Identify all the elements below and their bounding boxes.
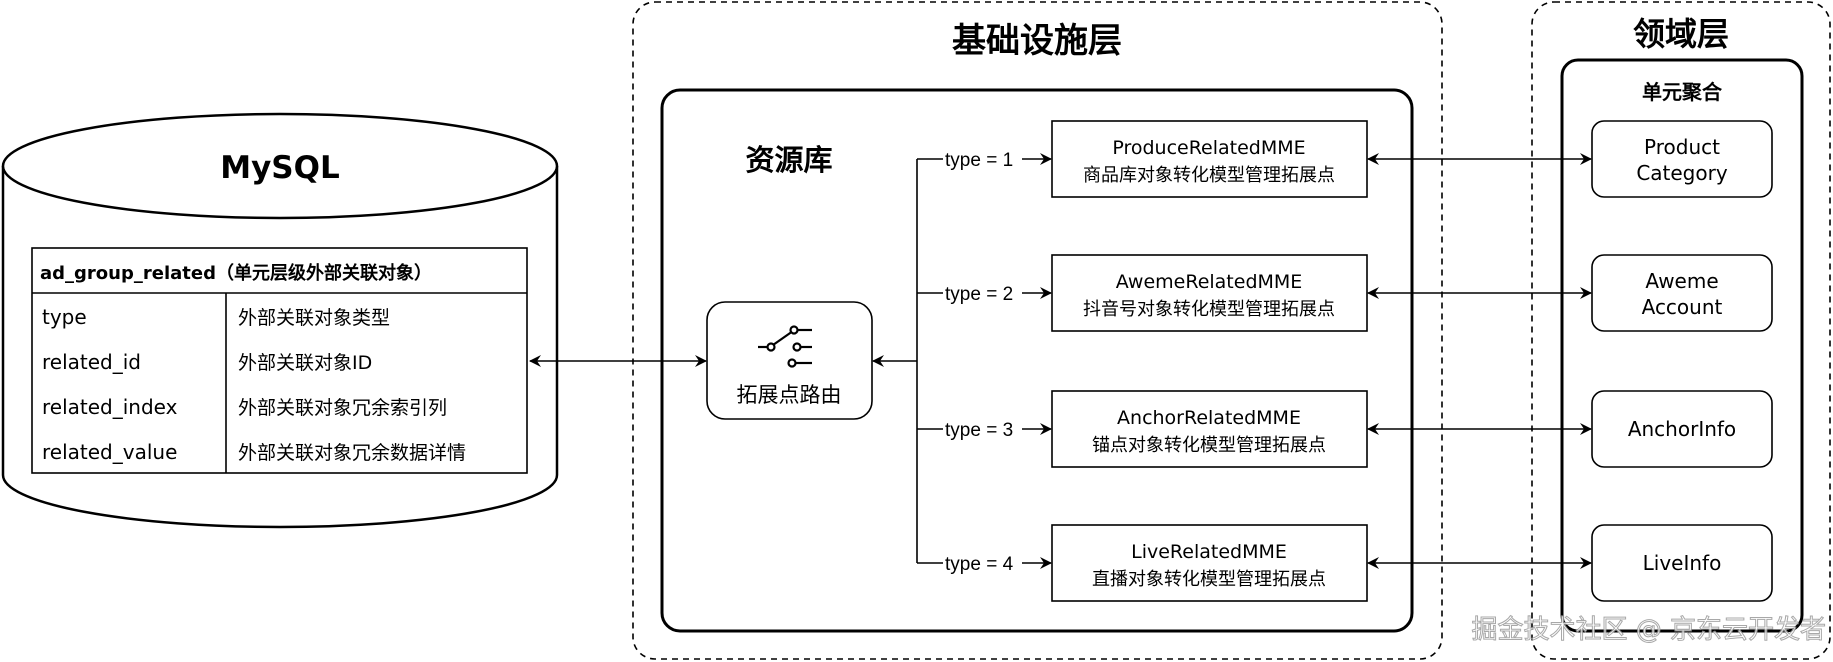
watermark: 掘金技术社区 @ 京东云开发者 xyxy=(1471,615,1826,645)
entity-box[interactable]: LiveInfo xyxy=(1591,524,1773,602)
entity-label: AnchorInfo xyxy=(1628,417,1736,441)
table-desc: 外部关联对象ID xyxy=(238,352,372,374)
domain-layer-title: 领域层 xyxy=(1633,15,1729,53)
table-field: related_id xyxy=(42,350,141,374)
mme-desc: 商品库对象转化模型管理拓展点 xyxy=(1083,165,1335,186)
mme-box[interactable]: LiveRelatedMME 直播对象转化模型管理拓展点 xyxy=(1051,524,1368,602)
entity-box[interactable]: ProductCategory xyxy=(1591,120,1773,198)
branch-condition: type = 3 xyxy=(945,420,1013,441)
mme-desc: 直播对象转化模型管理拓展点 xyxy=(1092,569,1326,590)
branch-1: type = 1 ProduceRelatedMME 商品库对象转化模型管理拓展点 xyxy=(917,120,1592,198)
architecture-diagram: 基础设施层 领域层 资源库 单元聚合 MySQL ad_group_relate… xyxy=(1,1,1831,660)
router-label: 拓展点路由 xyxy=(737,383,842,407)
entity-label-line2: Account xyxy=(1642,295,1723,319)
mysql-title: MySQL xyxy=(220,150,340,186)
branch-condition: type = 2 xyxy=(945,284,1013,305)
mme-name: LiveRelatedMME xyxy=(1131,541,1287,563)
resource-lib-title: 资源库 xyxy=(745,143,832,177)
table-field: related_value xyxy=(42,440,177,464)
mme-name: AwemeRelatedMME xyxy=(1116,271,1303,293)
table-desc: 外部关联对象冗余索引列 xyxy=(238,397,447,419)
mme-name: AnchorRelatedMME xyxy=(1117,407,1301,429)
mme-desc: 抖音号对象转化模型管理拓展点 xyxy=(1083,299,1335,320)
branch-2: type = 2 AwemeRelatedMME 抖音号对象转化模型管理拓展点 xyxy=(917,254,1592,332)
mme-name: ProduceRelatedMME xyxy=(1112,137,1305,159)
branch-condition: type = 4 xyxy=(945,554,1014,575)
entity-label-line1: Product xyxy=(1644,135,1720,159)
entity-label-line2: Category xyxy=(1636,161,1728,185)
table-field: type xyxy=(42,305,87,329)
mme-box[interactable]: AnchorRelatedMME 锚点对象转化模型管理拓展点 xyxy=(1051,390,1368,468)
mme-desc: 锚点对象转化模型管理拓展点 xyxy=(1092,435,1326,456)
entity-label-line1: Aweme xyxy=(1645,269,1718,293)
aggregate-title: 单元聚合 xyxy=(1642,80,1723,104)
branch-condition: type = 1 xyxy=(945,150,1013,171)
mme-box[interactable]: AwemeRelatedMME 抖音号对象转化模型管理拓展点 xyxy=(1051,254,1368,332)
branch-3: type = 3 AnchorRelatedMME 锚点对象转化模型管理拓展点 xyxy=(917,390,1592,468)
mme-box[interactable]: ProduceRelatedMME 商品库对象转化模型管理拓展点 xyxy=(1051,120,1368,198)
entity-box[interactable]: AwemeAccount xyxy=(1591,254,1773,332)
table-desc: 外部关联对象类型 xyxy=(238,307,390,329)
router-box[interactable]: 拓展点路由 xyxy=(706,301,873,420)
table-field: related_index xyxy=(42,395,178,419)
db-table-title: ad_group_related（单元层级外部关联对象） xyxy=(40,262,432,284)
infrastructure-layer-title: 基础设施层 xyxy=(952,21,1122,61)
branch-4: type = 4 LiveRelatedMME 直播对象转化模型管理拓展点 xyxy=(917,524,1592,602)
entity-box[interactable]: AnchorInfo xyxy=(1591,390,1773,468)
table-desc: 外部关联对象冗余数据详情 xyxy=(238,442,466,464)
entity-label: LiveInfo xyxy=(1643,551,1722,575)
